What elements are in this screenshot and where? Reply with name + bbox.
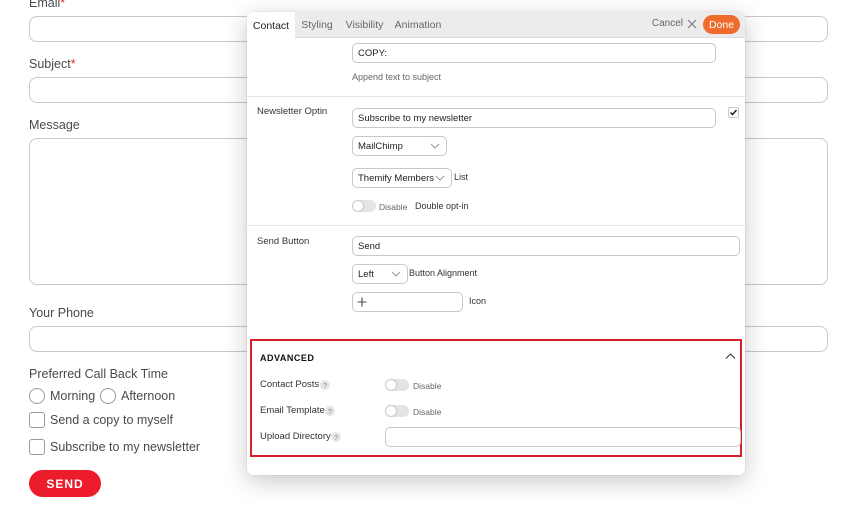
newsletter-provider-select[interactable]: MailChimp (352, 136, 447, 156)
phone-label: Your Phone (29, 306, 94, 320)
done-button[interactable]: Done (703, 15, 740, 34)
subscribe-label: Subscribe to my newsletter (50, 440, 201, 454)
chevron-down-icon (391, 271, 401, 277)
newsletter-text-input[interactable]: Subscribe to my newsletter (352, 108, 716, 128)
email-template-label: Email Template (260, 405, 325, 416)
contact-posts-toggle[interactable] (385, 379, 409, 391)
newsletter-optin-checkbox[interactable] (728, 107, 739, 118)
chevron-down-icon (430, 143, 440, 149)
tab-styling[interactable]: Styling (297, 12, 337, 38)
help-icon[interactable]: ? (325, 406, 335, 416)
help-icon[interactable]: ? (320, 380, 330, 390)
copy-subject-help: Append text to subject (352, 72, 442, 82)
required-mark: * (70, 57, 76, 71)
copy-subject-input[interactable]: COPY: (352, 43, 716, 63)
plus-icon[interactable] (353, 293, 371, 311)
help-icon[interactable]: ? (331, 432, 341, 442)
list-suffix-label: List (454, 172, 469, 182)
close-icon (687, 19, 697, 28)
double-optin-toggle-label: Disable (379, 202, 408, 212)
send-button-text-input[interactable]: Send (352, 236, 740, 256)
provider-value: MailChimp (358, 140, 403, 152)
send-button[interactable]: SEND (29, 470, 101, 497)
cancel-label: Cancel (651, 18, 683, 29)
morning-radio[interactable] (29, 388, 45, 404)
button-alignment-select[interactable]: Left (352, 264, 408, 284)
subject-label: Subject* (29, 57, 76, 71)
upload-directory-label: Upload Directory (260, 431, 331, 442)
contact-settings-panel: Contact Styling Visibility Animation Can… (247, 12, 745, 475)
cancel-button[interactable]: Cancel (652, 18, 697, 29)
send-button-label: Send Button (257, 236, 310, 247)
upload-directory-input[interactable] (385, 427, 741, 447)
email-template-toggle-label: Disable (413, 407, 442, 417)
button-alignment-label: Button Alignment (409, 268, 478, 278)
section-divider (247, 96, 745, 97)
icon-label: Icon (469, 296, 487, 306)
tab-contact[interactable]: Contact (247, 12, 295, 39)
newsletter-list-select[interactable]: Themify Members (352, 168, 452, 188)
icon-picker-input[interactable] (352, 292, 463, 312)
email-label: Email* (29, 0, 65, 10)
alignment-value: Left (358, 268, 374, 280)
newsletter-optin-label: Newsletter Optin (257, 106, 328, 117)
chevron-down-icon (435, 175, 445, 181)
send-copy-checkbox[interactable] (29, 412, 45, 428)
list-value: Themify Members (358, 172, 435, 184)
panel-tab-bar: Contact Styling Visibility Animation Can… (247, 12, 745, 39)
callback-time-label: Preferred Call Back Time (29, 367, 168, 381)
message-label: Message (29, 118, 80, 132)
email-template-toggle[interactable] (385, 405, 409, 417)
double-optin-label: Double opt-in (415, 201, 469, 211)
required-mark: * (60, 0, 66, 10)
afternoon-label: Afternoon (121, 389, 176, 403)
afternoon-radio[interactable] (100, 388, 116, 404)
advanced-title[interactable]: ADVANCED (260, 353, 314, 363)
tab-visibility[interactable]: Visibility (343, 12, 386, 38)
tab-animation[interactable]: Animation (393, 12, 443, 38)
double-optin-toggle[interactable] (352, 200, 376, 212)
section-divider (247, 225, 745, 226)
morning-label: Morning (50, 389, 96, 403)
contact-posts-label: Contact Posts (260, 379, 320, 390)
subscribe-checkbox[interactable] (29, 439, 45, 455)
advanced-section: ADVANCED Contact Posts ? Disable Email T… (250, 339, 742, 457)
contact-posts-toggle-label: Disable (413, 381, 442, 391)
chevron-up-icon[interactable] (725, 351, 736, 362)
send-copy-label: Send a copy to myself (50, 413, 173, 427)
